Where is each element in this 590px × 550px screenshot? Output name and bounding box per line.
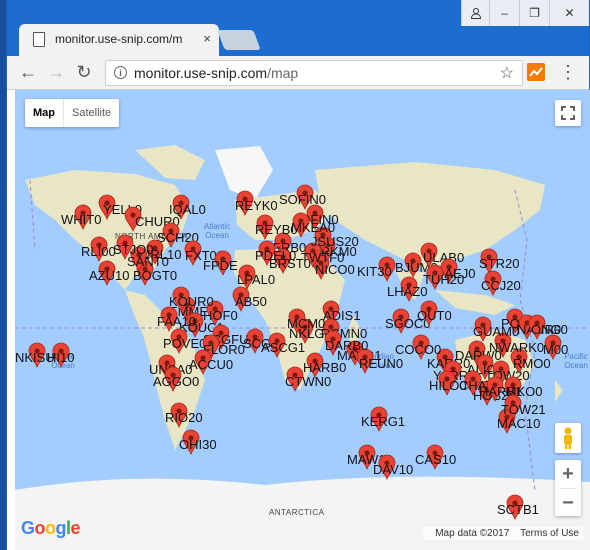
google-logo-letter: e — [70, 518, 81, 538]
terms-of-use-link[interactable]: Terms of Use — [520, 528, 579, 539]
google-logo-letter: o — [34, 518, 46, 538]
station-marker-label[interactable]: IQAL0 — [169, 202, 206, 217]
address-bar[interactable]: i monitor.use-snip.com/map ☆ — [105, 60, 523, 86]
station-marker-label[interactable]: STJO0 — [113, 242, 153, 257]
station-marker-label[interactable]: JSUS20 — [311, 234, 359, 249]
station-marker-label[interactable]: AGGO0 — [153, 374, 199, 389]
station-marker-label[interactable]: LPAL0 — [237, 272, 275, 287]
extension-chart-icon[interactable] — [527, 63, 545, 81]
station-marker-label[interactable]: KERG1 — [361, 414, 405, 429]
zoom-out-button[interactable]: − — [555, 489, 581, 517]
google-logo-letter: o — [45, 518, 56, 538]
google-logo-letter: G — [21, 518, 35, 538]
station-marker-label[interactable]: PDEL0 — [255, 248, 296, 263]
station-marker-label[interactable]: TUH20 — [423, 272, 464, 287]
bookmark-star-icon[interactable]: ☆ — [500, 63, 514, 83]
station-marker-label[interactable]: TWTF0 — [301, 250, 344, 265]
url-host: monitor.use-snip.com — [134, 65, 268, 81]
station-marker-label[interactable]: RIO20 — [165, 410, 203, 425]
station-marker-label[interactable]: STR20 — [479, 256, 519, 271]
station-marker-label[interactable]: GUAM0 — [473, 324, 519, 339]
station-marker-label[interactable]: WHIT0 — [61, 212, 101, 227]
new-tab-button[interactable] — [217, 30, 261, 50]
station-marker-label[interactable]: MCM0 — [287, 316, 325, 331]
station-marker-label[interactable]: REYK0 — [235, 198, 278, 213]
station-marker-label[interactable]: M00 — [543, 342, 568, 357]
map-data-credit: Map data ©2017 — [435, 528, 510, 539]
site-info-icon[interactable]: i — [114, 66, 127, 79]
close-window-button[interactable]: ✕ — [549, 0, 589, 26]
station-marker-label[interactable]: OUT0 — [417, 308, 452, 323]
zoom-control: + − — [555, 460, 581, 516]
browser-tab[interactable]: monitor.use-snip.com/m × — [19, 24, 219, 56]
station-marker-label[interactable]: CCJ20 — [481, 278, 521, 293]
station-marker-label[interactable]: ACCU0 — [189, 357, 233, 372]
station-marker-label[interactable]: HI10 — [47, 350, 74, 365]
station-marker-label[interactable]: DAV10 — [373, 462, 413, 477]
reload-icon[interactable]: ↻ — [73, 62, 95, 83]
station-marker-label[interactable]: CAS10 — [415, 452, 456, 467]
station-marker-label[interactable]: REUN0 — [359, 356, 403, 371]
google-logo[interactable]: Google — [21, 518, 81, 539]
station-marker-label[interactable]: HOF0 — [203, 308, 238, 323]
url-path: /map — [267, 65, 299, 81]
user-profile-icon[interactable] — [461, 0, 489, 26]
minimize-button[interactable]: – — [489, 0, 519, 26]
station-marker-label[interactable]: FPDE — [203, 258, 238, 273]
map-type-satellite-button[interactable]: Satellite — [63, 99, 119, 127]
station-marker-label[interactable]: KIT30 — [357, 264, 392, 279]
station-marker-label[interactable]: AZU10 — [89, 268, 129, 283]
station-marker-label[interactable]: RMO0 — [513, 356, 551, 371]
station-marker-label[interactable]: SCTB1 — [497, 502, 539, 517]
browser-toolbar: ← → ↻ i monitor.use-snip.com/map ☆ ⋮ — [7, 56, 589, 90]
station-marker-label[interactable]: NWARK0 — [489, 340, 544, 355]
map-type-map-button[interactable]: Map — [25, 99, 63, 127]
station-marker-label[interactable]: HARB0 — [303, 360, 346, 375]
maximize-button[interactable]: ❐ — [519, 0, 549, 26]
station-marker-label[interactable]: DARB0 — [325, 338, 368, 353]
browser-window: monitor.use-snip.com/m × – ❐ ✕ ← → ↻ i m… — [6, 0, 590, 550]
station-marker-label[interactable]: OHI30 — [179, 437, 217, 452]
zoom-in-button[interactable]: + — [555, 460, 581, 488]
world-map[interactable]: NORTH AMERICA ANTARCTICA Pacific Ocean P… — [15, 90, 590, 550]
place-label-antarctica: ANTARCTICA — [269, 508, 325, 517]
tab-close-button[interactable]: × — [203, 31, 211, 46]
forward-icon[interactable]: → — [45, 62, 67, 83]
tab-title: monitor.use-snip.com/m — [55, 32, 183, 46]
station-marker-label[interactable]: LHAZ0 — [387, 284, 427, 299]
browser-menu-icon[interactable]: ⋮ — [559, 63, 577, 81]
fullscreen-icon[interactable] — [555, 100, 581, 126]
station-marker-label[interactable]: KOUR0 — [169, 294, 214, 309]
url-text[interactable]: monitor.use-snip.com/map — [134, 65, 298, 81]
back-icon[interactable]: ← — [17, 62, 39, 83]
station-marker-label[interactable]: RLI00 — [81, 244, 116, 259]
tab-strip: monitor.use-snip.com/m × – ❐ ✕ — [7, 0, 589, 56]
station-marker-label[interactable]: TOW21 — [501, 402, 546, 417]
station-marker-label[interactable]: COCO0 — [395, 342, 441, 357]
google-logo-letter: g — [55, 518, 67, 538]
map-credits: Map data ©2017 Terms of Use — [423, 527, 583, 540]
station-marker-label[interactable]: FAA10 — [157, 314, 196, 329]
ocean-label-atlantic: Atlantic Ocean — [203, 222, 231, 240]
street-view-pegman-icon[interactable] — [555, 423, 581, 453]
station-marker-label[interactable]: MKEA0 — [291, 220, 335, 235]
station-marker-label[interactable]: ASCG1 — [261, 340, 305, 355]
page-favicon-icon — [33, 32, 45, 47]
map-type-control: Map Satellite — [25, 99, 120, 127]
window-controls: – ❐ ✕ — [461, 0, 589, 26]
station-marker-label[interactable]: AB50 — [235, 294, 267, 309]
